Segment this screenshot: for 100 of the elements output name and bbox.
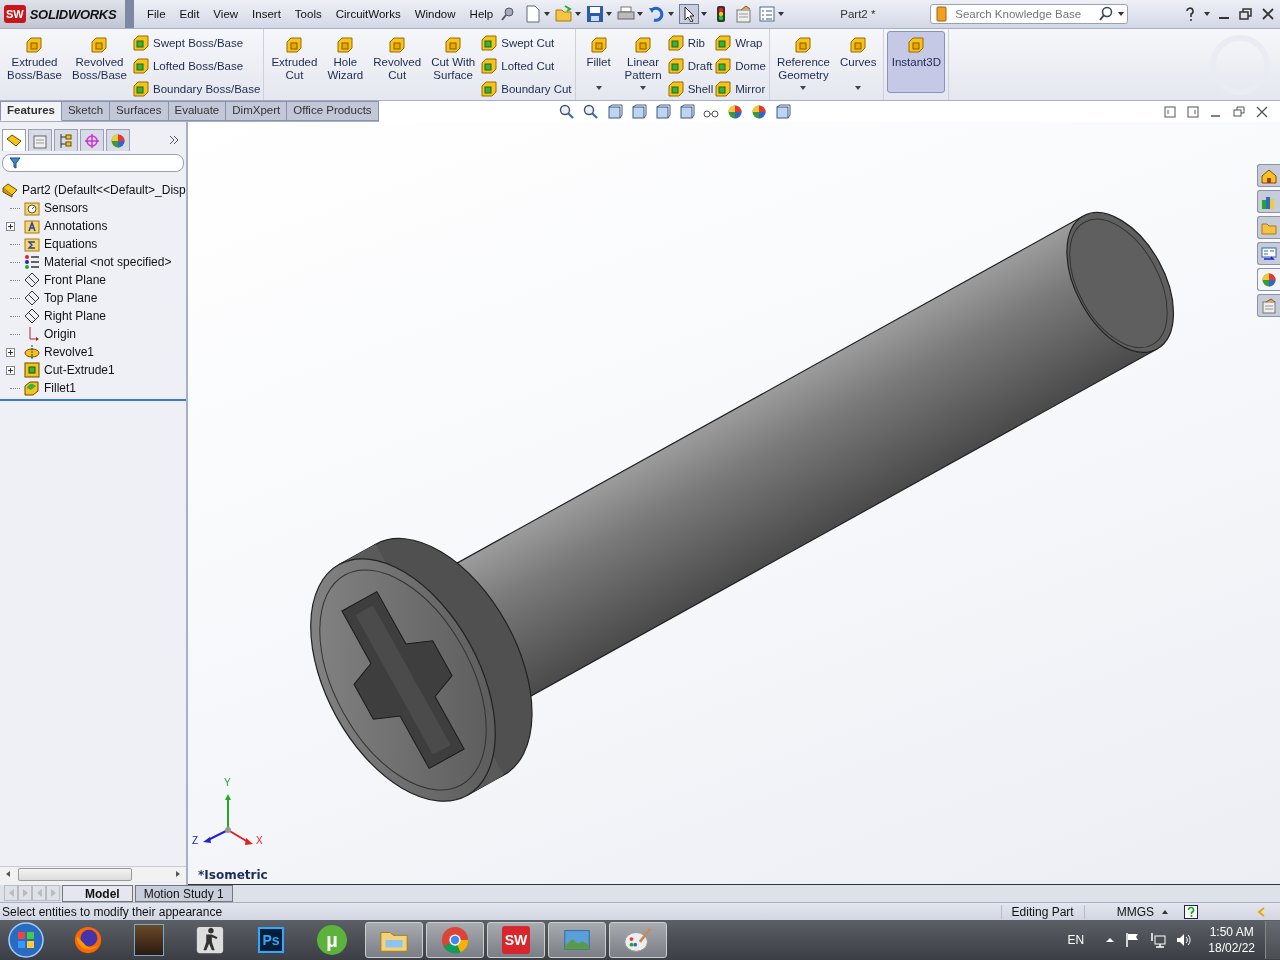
zoom-fit-icon[interactable] xyxy=(558,103,575,120)
units-selector[interactable]: MMGS xyxy=(1116,904,1154,919)
appearance-icon[interactable] xyxy=(726,103,743,120)
horizontal-scrollbar[interactable] xyxy=(0,866,186,881)
ribbon-button[interactable]: Revolved Cut xyxy=(369,31,426,93)
command-tab[interactable]: Evaluate xyxy=(168,101,227,121)
ribbon-button[interactable]: Swept Cut xyxy=(481,34,572,52)
flag-icon[interactable] xyxy=(1124,932,1141,948)
scroll-left-icon[interactable] xyxy=(4,870,12,878)
ribbon-button[interactable]: Extruded Cut xyxy=(267,31,322,93)
expand-icon[interactable] xyxy=(6,347,15,357)
ribbon-button[interactable]: Boundary Boss/Base xyxy=(132,80,261,98)
menu-item[interactable]: View xyxy=(206,8,246,20)
task-pane-tab[interactable] xyxy=(1257,268,1280,291)
menu-item[interactable]: Tools xyxy=(287,8,329,20)
command-tab[interactable]: Office Products xyxy=(287,101,379,121)
ribbon-button[interactable]: Dome xyxy=(715,57,766,75)
ribbon-button[interactable]: Lofted Cut xyxy=(481,57,572,75)
task-pane-tab[interactable] xyxy=(1257,164,1280,187)
ribbon-button[interactable]: Curves xyxy=(835,31,881,93)
restore-icon[interactable] xyxy=(1238,6,1254,22)
menu-item[interactable]: Window xyxy=(407,8,463,20)
caret-icon[interactable] xyxy=(668,12,675,16)
ribbon-button[interactable]: Boundary Cut xyxy=(481,80,572,98)
ribbon-button[interactable]: Wrap xyxy=(715,34,766,52)
tree-item[interactable]: Front Plane xyxy=(44,273,107,287)
taskbar-app[interactable]: SW xyxy=(487,922,545,958)
search-field[interactable]: Search Knowledge Base xyxy=(930,4,1129,24)
language-indicator[interactable]: EN xyxy=(1067,933,1085,947)
command-tab[interactable]: Surfaces xyxy=(110,101,169,121)
command-tab[interactable]: Sketch xyxy=(61,101,111,121)
task-pane-tab[interactable] xyxy=(1257,242,1280,265)
help-icon[interactable] xyxy=(1184,904,1198,919)
zoom-area-icon[interactable] xyxy=(582,103,599,120)
scroll-right-icon[interactable] xyxy=(174,870,182,878)
caret-icon[interactable] xyxy=(1162,909,1168,914)
ribbon-button[interactable]: Draft xyxy=(667,57,714,75)
ribbon-button[interactable]: Rib xyxy=(667,34,714,52)
ribbon-button[interactable]: Hole Wizard xyxy=(323,31,368,93)
ribbon-button[interactable]: Swept Boss/Base xyxy=(132,34,261,52)
section-icon[interactable] xyxy=(630,103,647,120)
tree-item[interactable]: Annotations xyxy=(44,219,108,233)
network-icon[interactable] xyxy=(1150,932,1167,948)
menu-item[interactable]: CircuitWorks xyxy=(328,8,408,20)
tree-item[interactable]: Fillet1 xyxy=(44,381,76,395)
tree-item[interactable]: Revolve1 xyxy=(44,345,95,359)
menu-item[interactable]: File xyxy=(140,8,173,20)
orientation-icon[interactable] xyxy=(654,103,671,120)
ribbon-button[interactable]: Lofted Boss/Base xyxy=(132,57,261,75)
caret-icon[interactable] xyxy=(544,12,551,16)
scroll-thumb[interactable] xyxy=(18,867,132,881)
expand-icon[interactable] xyxy=(6,221,15,231)
start-button[interactable] xyxy=(8,922,44,958)
bottom-tab[interactable]: Model xyxy=(62,885,133,902)
pin-icon[interactable] xyxy=(500,6,517,22)
tree-item[interactable]: Right Plane xyxy=(44,309,107,323)
tray-arrow-icon[interactable] xyxy=(1106,936,1115,944)
ribbon-button[interactable]: Cut With Surface xyxy=(427,31,480,93)
scene-icon[interactable] xyxy=(750,103,767,120)
caret-icon[interactable] xyxy=(1204,12,1210,16)
command-tab[interactable]: DimXpert xyxy=(226,101,288,121)
view-settings-icon[interactable] xyxy=(774,103,791,120)
ribbon-button[interactable]: Extruded Boss/Base xyxy=(3,31,66,93)
taskbar-app[interactable]: Ps xyxy=(243,922,299,958)
caret-icon[interactable] xyxy=(778,12,785,16)
manager-tab[interactable] xyxy=(2,129,26,151)
search-icon[interactable] xyxy=(1098,6,1115,22)
command-tab[interactable]: Features xyxy=(0,101,62,121)
restore-icon[interactable] xyxy=(1233,105,1245,118)
tree-item[interactable]: Equations xyxy=(44,237,98,251)
manager-tab[interactable] xyxy=(54,129,78,151)
ribbon-button[interactable]: Shell xyxy=(667,80,714,98)
ribbon-button[interactable]: Fillet xyxy=(578,31,619,93)
tile-icon[interactable] xyxy=(1187,105,1199,118)
speaker-icon[interactable] xyxy=(1176,932,1193,948)
tree-item[interactable]: Top Plane xyxy=(44,291,98,305)
tree-item[interactable]: Sensors xyxy=(44,201,89,215)
close-icon[interactable] xyxy=(1260,6,1276,22)
display-style-icon[interactable] xyxy=(678,103,695,120)
tree-item[interactable]: Material <not specified> xyxy=(44,255,172,269)
close-icon[interactable] xyxy=(1256,105,1268,118)
manager-tab[interactable] xyxy=(80,129,104,151)
caret-icon[interactable] xyxy=(606,12,613,16)
ribbon-button[interactable]: Reference Geometry xyxy=(772,31,834,93)
ribbon-button[interactable]: Revolved Boss/Base xyxy=(68,31,131,93)
tree-item[interactable]: Cut-Extrude1 xyxy=(44,363,115,377)
tree-item[interactable]: Origin xyxy=(44,327,76,341)
menu-item[interactable]: Insert xyxy=(245,8,288,20)
previous-view-icon[interactable] xyxy=(606,103,623,120)
filter-field[interactable] xyxy=(2,154,184,172)
task-pane-tab[interactable] xyxy=(1257,190,1280,213)
ribbon-button[interactable]: Linear Pattern xyxy=(620,31,666,93)
caret-icon[interactable] xyxy=(1118,12,1125,16)
manager-tab[interactable] xyxy=(106,129,130,151)
tile-icon[interactable] xyxy=(1164,105,1176,118)
select-button[interactable] xyxy=(679,4,700,24)
menu-item[interactable]: Edit xyxy=(172,8,207,20)
clock-time[interactable]: 1:50 AM xyxy=(1209,924,1254,940)
tree-item[interactable]: Part2 (Default<<Default>_Disp xyxy=(22,183,186,197)
caret-icon[interactable] xyxy=(701,12,708,16)
